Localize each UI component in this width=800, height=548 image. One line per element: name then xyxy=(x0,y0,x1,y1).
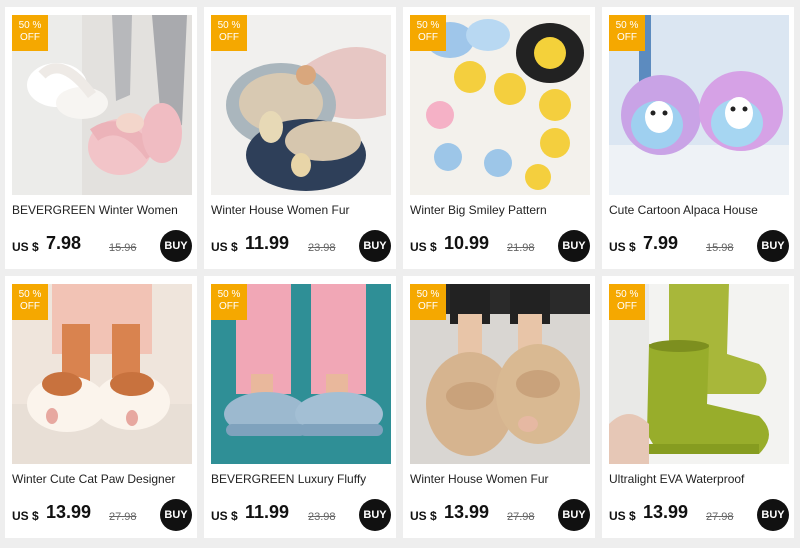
product-grid: 50 % OFF BEVERGREEN Winter Women US $ 7.… xyxy=(5,7,794,538)
price-row: US $ 11.99 23.98 BUY xyxy=(211,230,391,262)
sale-price: 7.99 xyxy=(643,233,679,253)
currency-label: US $ xyxy=(410,509,437,523)
discount-off-label: OFF xyxy=(219,32,239,43)
sale-price: 7.98 xyxy=(46,233,82,253)
discount-off-label: OFF xyxy=(418,301,438,312)
original-price: 23.98 xyxy=(308,511,336,523)
discount-badge: 50 % OFF xyxy=(12,284,48,320)
product-card[interactable]: 50 % OFF Winter Cute Cat Paw Designer US… xyxy=(5,276,197,538)
original-price: 27.98 xyxy=(706,511,734,523)
discount-badge: 50 % OFF xyxy=(211,284,247,320)
discount-percent: 50 % xyxy=(615,20,639,31)
original-price: 23.98 xyxy=(308,242,336,254)
price-row: US $ 13.99 27.98 BUY xyxy=(609,499,789,531)
product-title[interactable]: Winter House Women Fur xyxy=(211,203,391,217)
discount-off-label: OFF xyxy=(20,32,40,43)
sale-price: 13.99 xyxy=(46,502,92,522)
buy-button[interactable]: BUY xyxy=(359,230,391,262)
discount-badge: 50 % OFF xyxy=(410,284,446,320)
discount-percent: 50 % xyxy=(217,289,241,300)
product-title[interactable]: BEVERGREEN Winter Women xyxy=(12,203,192,217)
sale-price: 11.99 xyxy=(245,233,290,253)
buy-button[interactable]: BUY xyxy=(558,230,590,262)
discount-badge: 50 % OFF xyxy=(410,15,446,51)
price-row: US $ 10.99 21.98 BUY xyxy=(410,230,590,262)
discount-percent: 50 % xyxy=(217,20,241,31)
discount-off-label: OFF xyxy=(418,32,438,43)
currency-label: US $ xyxy=(609,509,636,523)
sale-price: 11.99 xyxy=(245,502,290,522)
sale-price: 13.99 xyxy=(444,502,490,522)
discount-badge: 50 % OFF xyxy=(609,15,645,51)
price-row: US $ 7.99 15.98 BUY xyxy=(609,230,789,262)
discount-off-label: OFF xyxy=(617,301,637,312)
discount-percent: 50 % xyxy=(18,289,42,300)
discount-percent: 50 % xyxy=(416,20,440,31)
product-title[interactable]: Winter Big Smiley Pattern xyxy=(410,203,590,217)
discount-badge: 50 % OFF xyxy=(211,15,247,51)
product-title[interactable]: Winter Cute Cat Paw Designer xyxy=(12,472,192,486)
product-card[interactable]: 50 % OFF Ultralight EVA Waterproof US $ … xyxy=(602,276,794,538)
sale-price: 13.99 xyxy=(643,502,689,522)
product-title[interactable]: Cute Cartoon Alpaca House xyxy=(609,203,789,217)
discount-badge: 50 % OFF xyxy=(12,15,48,51)
buy-button[interactable]: BUY xyxy=(160,230,192,262)
product-card[interactable]: 50 % OFF Winter Big Smiley Pattern US $ … xyxy=(403,7,595,269)
discount-off-label: OFF xyxy=(219,301,239,312)
discount-percent: 50 % xyxy=(416,289,440,300)
product-card[interactable]: 50 % OFF Winter House Women Fur US $ 13.… xyxy=(403,276,595,538)
original-price: 27.98 xyxy=(109,511,137,523)
sale-price: 10.99 xyxy=(444,233,490,253)
currency-label: US $ xyxy=(410,240,437,254)
original-price: 27.98 xyxy=(507,511,535,523)
currency-label: US $ xyxy=(609,240,636,254)
discount-off-label: OFF xyxy=(617,32,637,43)
currency-label: US $ xyxy=(211,509,238,523)
product-title[interactable]: Winter House Women Fur xyxy=(410,472,590,486)
buy-button[interactable]: BUY xyxy=(160,499,192,531)
buy-button[interactable]: BUY xyxy=(558,499,590,531)
original-price: 15.98 xyxy=(706,242,734,254)
product-card[interactable]: 50 % OFF BEVERGREEN Winter Women US $ 7.… xyxy=(5,7,197,269)
original-price: 15.96 xyxy=(109,242,137,254)
buy-button[interactable]: BUY xyxy=(757,230,789,262)
buy-button[interactable]: BUY xyxy=(359,499,391,531)
product-card[interactable]: 50 % OFF Cute Cartoon Alpaca House US $ … xyxy=(602,7,794,269)
currency-label: US $ xyxy=(211,240,238,254)
product-card[interactable]: 50 % OFF BEVERGREEN Luxury Fluffy US $ 1… xyxy=(204,276,396,538)
price-row: US $ 13.99 27.98 BUY xyxy=(12,499,192,531)
product-title[interactable]: Ultralight EVA Waterproof xyxy=(609,472,789,486)
discount-percent: 50 % xyxy=(615,289,639,300)
original-price: 21.98 xyxy=(507,242,535,254)
product-title[interactable]: BEVERGREEN Luxury Fluffy xyxy=(211,472,391,486)
price-row: US $ 13.99 27.98 BUY xyxy=(410,499,590,531)
price-row: US $ 7.98 15.96 BUY xyxy=(12,230,192,262)
product-card[interactable]: 50 % OFF Winter House Women Fur US $ 11.… xyxy=(204,7,396,269)
buy-button[interactable]: BUY xyxy=(757,499,789,531)
discount-percent: 50 % xyxy=(18,20,42,31)
discount-off-label: OFF xyxy=(20,301,40,312)
price-row: US $ 11.99 23.98 BUY xyxy=(211,499,391,531)
currency-label: US $ xyxy=(12,509,39,523)
currency-label: US $ xyxy=(12,240,39,254)
discount-badge: 50 % OFF xyxy=(609,284,645,320)
